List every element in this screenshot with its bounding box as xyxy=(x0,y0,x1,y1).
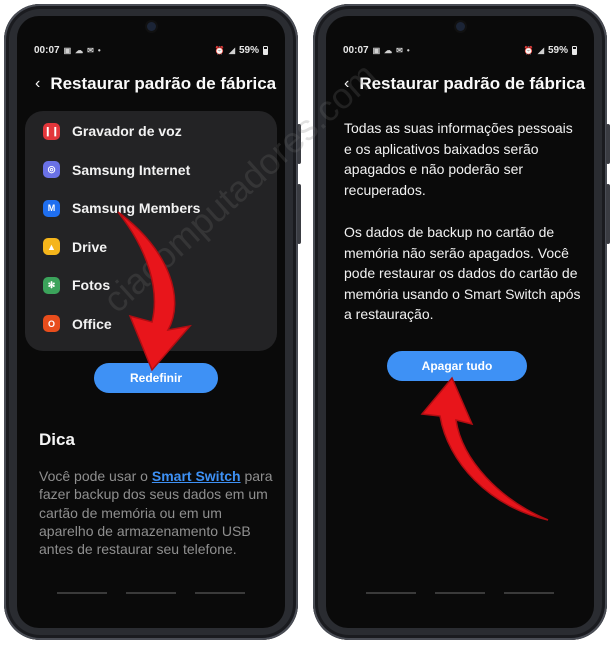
nav-home[interactable] xyxy=(126,592,176,594)
erase-warning-text: Todas as suas informações pessoais e os … xyxy=(344,120,573,198)
dot-icon: • xyxy=(97,45,101,55)
mail-icon: ✉ xyxy=(87,45,94,55)
status-bar: 00:07 ▣ ☁ ✉ • ⏰ ◢ 59% xyxy=(34,43,268,57)
nav-bar xyxy=(57,592,245,594)
google-photos-icon: ✻ xyxy=(43,276,60,294)
app-list: ❙❙ Gravador de voz ◎ Samsung Internet M Samsu… xyxy=(43,112,267,343)
nav-home[interactable] xyxy=(435,592,485,594)
smart-switch-link[interactable]: Smart Switch xyxy=(152,468,241,484)
nav-back[interactable] xyxy=(195,592,245,594)
list-item: ▲ Drive xyxy=(43,228,267,267)
erase-all-button[interactable]: Apagar tudo xyxy=(387,351,527,381)
battery-percent: 59% xyxy=(238,44,259,56)
list-item: ◎ Samsung Internet xyxy=(43,151,267,190)
app-name: Samsung Members xyxy=(72,200,201,217)
signal-icon: ◢ xyxy=(228,45,235,55)
list-item: M Samsung Members xyxy=(43,189,267,228)
nav-recent[interactable] xyxy=(366,592,416,594)
front-camera xyxy=(147,22,156,31)
page-title: Restaurar padrão de fábrica xyxy=(50,74,277,93)
app-name: Drive xyxy=(72,238,108,255)
app-name: Office xyxy=(72,315,112,332)
tip-title: Dica xyxy=(39,430,75,449)
back-arrow-icon[interactable]: ‹ xyxy=(35,76,40,92)
app-name: Samsung Internet xyxy=(72,161,191,178)
app-bar: ‹ Restaurar padrão de fábrica xyxy=(344,74,586,94)
microsoft-office-icon: O xyxy=(43,315,60,333)
image-icon: ▣ xyxy=(63,45,72,55)
alarm-icon: ⏰ xyxy=(523,45,534,55)
list-item: ✻ Fotos xyxy=(43,266,267,305)
cloud-icon: ☁ xyxy=(75,45,84,55)
image-icon: ▣ xyxy=(372,45,381,55)
volume-button xyxy=(297,124,301,164)
alarm-icon: ⏰ xyxy=(214,45,225,55)
nav-bar xyxy=(366,592,554,594)
nav-recent[interactable] xyxy=(57,592,107,594)
app-name: Fotos xyxy=(72,277,111,294)
list-item: O Office xyxy=(43,305,267,344)
status-time: 00:07 xyxy=(343,44,369,56)
dot-icon: • xyxy=(406,45,410,55)
voice-recorder-icon: ❙❙ xyxy=(43,122,60,140)
page-title: Restaurar padrão de fábrica xyxy=(359,74,586,93)
battery-icon xyxy=(572,45,577,55)
app-name: Gravador de voz xyxy=(72,123,182,140)
tip-text-before: Você pode usar o xyxy=(39,468,152,484)
power-button xyxy=(297,184,301,244)
back-arrow-icon[interactable]: ‹ xyxy=(344,76,349,92)
backup-info-text: Os dados de backup no cartão de memória … xyxy=(344,224,581,322)
list-item: ❙❙ Gravador de voz xyxy=(43,112,267,151)
app-bar: ‹ Restaurar padrão de fábrica xyxy=(35,74,277,94)
google-drive-icon: ▲ xyxy=(43,238,60,256)
screen-right: 00:07 ▣ ☁ ✉ • ⏰ ◢ 59% ‹ Restaurar padrão… xyxy=(326,16,594,628)
screen-left: 00:07 ▣ ☁ ✉ • ⏰ ◢ 59% ‹ Restaurar padrão… xyxy=(17,16,285,628)
battery-percent: 59% xyxy=(547,44,568,56)
power-button xyxy=(606,184,610,244)
phone-left: 00:07 ▣ ☁ ✉ • ⏰ ◢ 59% ‹ Restaurar padrão… xyxy=(4,4,301,640)
phone-right: 00:07 ▣ ☁ ✉ • ⏰ ◢ 59% ‹ Restaurar padrão… xyxy=(313,4,610,640)
mail-icon: ✉ xyxy=(396,45,403,55)
tip-text: Você pode usar o Smart Switch para fazer… xyxy=(39,467,275,558)
samsung-internet-icon: ◎ xyxy=(43,161,60,179)
nav-back[interactable] xyxy=(504,592,554,594)
samsung-members-icon: M xyxy=(43,199,60,217)
reset-button[interactable]: Redefinir xyxy=(94,363,218,393)
battery-icon xyxy=(263,45,268,55)
apps-card: ❙❙ Gravador de voz ◎ Samsung Internet M Samsu… xyxy=(25,111,277,351)
signal-icon: ◢ xyxy=(537,45,544,55)
status-time: 00:07 xyxy=(34,44,60,56)
volume-button xyxy=(606,124,610,164)
status-bar: 00:07 ▣ ☁ ✉ • ⏰ ◢ 59% xyxy=(343,43,577,57)
cloud-icon: ☁ xyxy=(384,45,393,55)
front-camera xyxy=(456,22,465,31)
